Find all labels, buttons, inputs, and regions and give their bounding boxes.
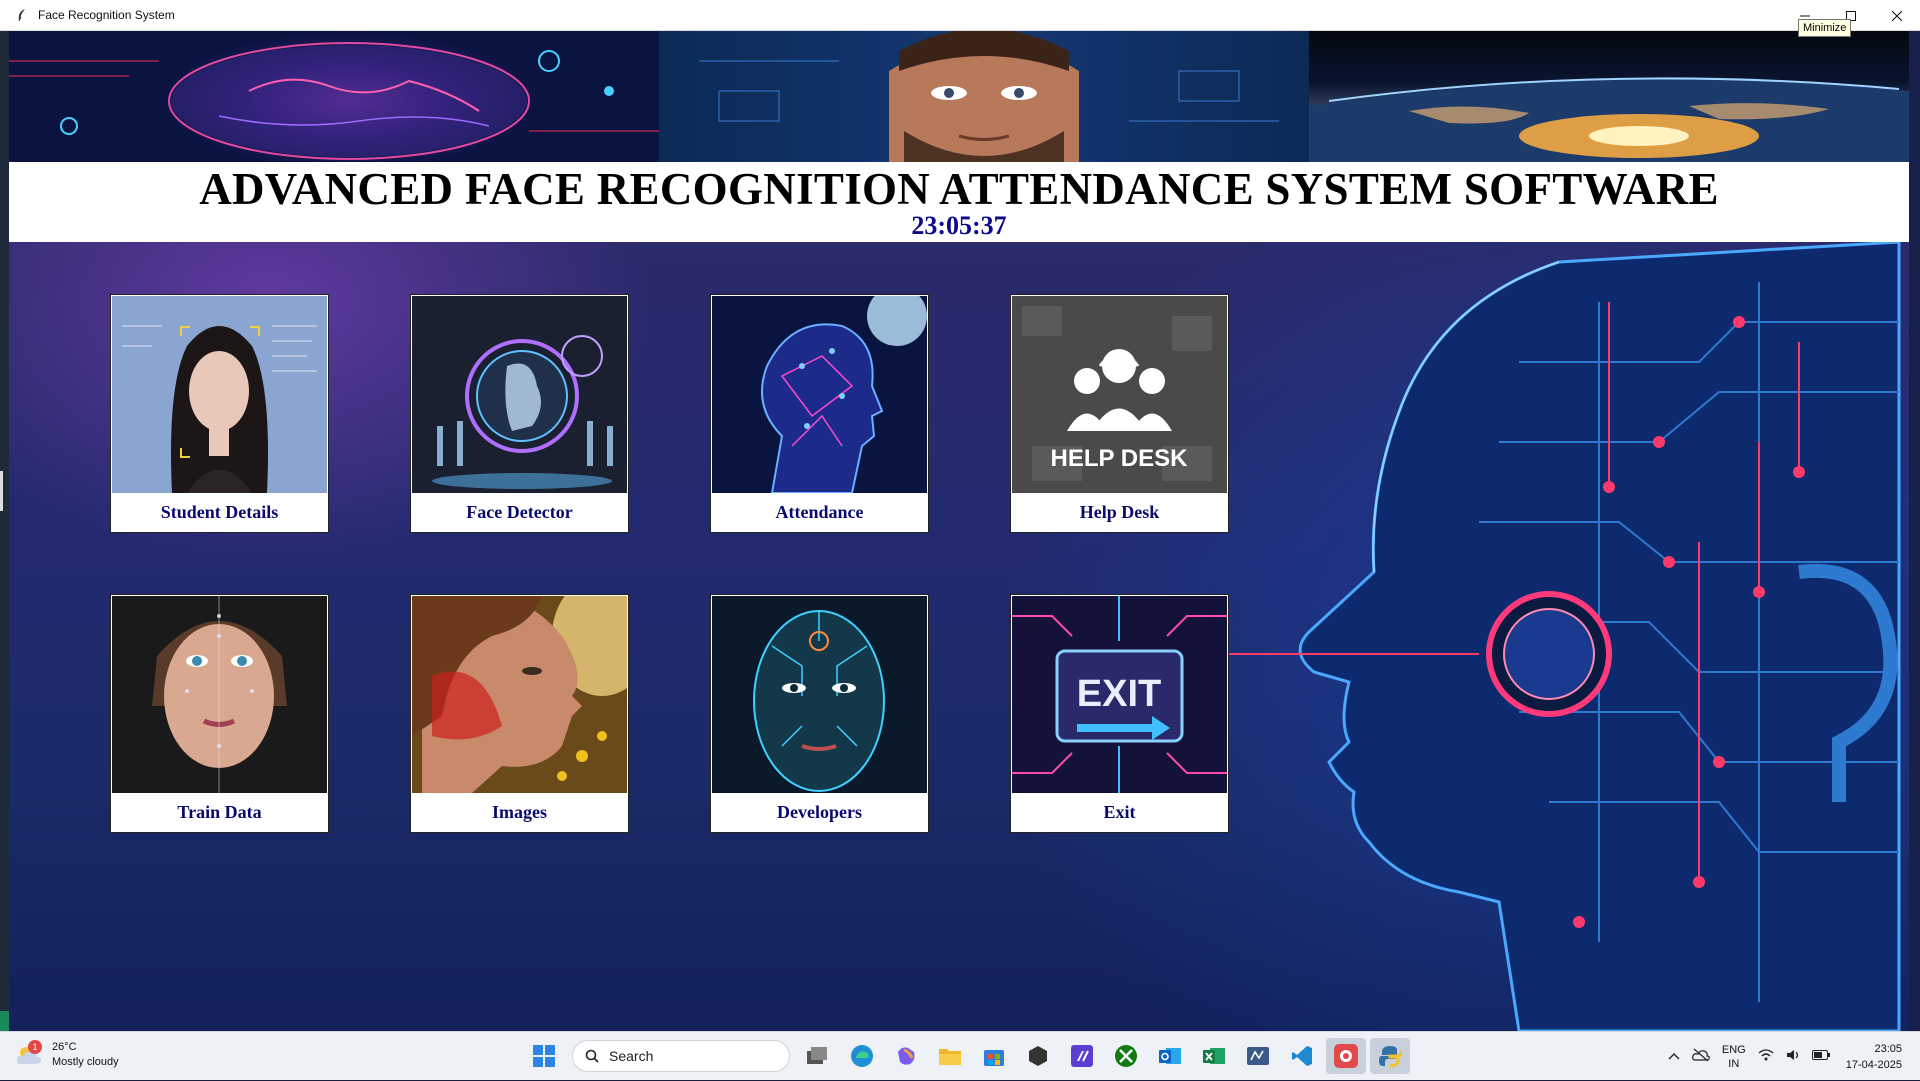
taskbar-search[interactable]: Search xyxy=(572,1040,790,1072)
header-band: ADVANCED FACE RECOGNITION ATTENDANCE SYS… xyxy=(9,162,1909,242)
python-app-icon[interactable] xyxy=(1370,1038,1410,1074)
edge-marker-green xyxy=(0,1011,9,1031)
file-explorer-icon[interactable] xyxy=(930,1038,970,1074)
edge-browser-icon[interactable] xyxy=(842,1038,882,1074)
outlook-icon[interactable] xyxy=(1150,1038,1190,1074)
search-label: Search xyxy=(609,1048,654,1064)
tile-label: Face Detector xyxy=(411,493,628,532)
tile-label: Developers xyxy=(711,793,928,832)
minimize-tooltip: Minimize xyxy=(1798,19,1852,37)
volume-icon[interactable] xyxy=(1786,1049,1800,1065)
images-button[interactable]: Images xyxy=(410,594,629,833)
microsoft-store-icon[interactable] xyxy=(974,1038,1014,1074)
weather-badge: 1 xyxy=(28,1040,42,1054)
task-view-icon[interactable] xyxy=(798,1038,838,1074)
close-button[interactable] xyxy=(1874,0,1920,31)
taskbar-clock[interactable]: 23:05 17-04-2025 xyxy=(1846,1041,1902,1073)
unity-hub-icon[interactable] xyxy=(1018,1038,1058,1074)
battery-icon[interactable] xyxy=(1811,1049,1830,1064)
region-label: IN xyxy=(1728,1057,1740,1070)
language-indicator[interactable]: ENG IN xyxy=(1722,1043,1746,1071)
language-label: ENG xyxy=(1721,1043,1746,1056)
weather-temp: 26°C xyxy=(52,1041,77,1053)
tile-label: Train Data xyxy=(111,793,328,832)
clock-display: 23:05:37 xyxy=(911,211,1007,240)
excel-icon[interactable] xyxy=(1194,1038,1234,1074)
face-detector-photo xyxy=(412,296,627,493)
taskbar-date: 17-04-2025 xyxy=(1845,1058,1902,1071)
globe-network-image xyxy=(9,31,659,162)
face-detector-button[interactable]: Face Detector xyxy=(410,294,629,533)
cloud-icon: 1 xyxy=(16,1040,42,1066)
main-background: Student Details Face Detector Attendance… xyxy=(9,242,1909,1031)
window-title: Face Recognition System xyxy=(38,8,175,22)
exit-photo: EXIT xyxy=(1012,596,1227,793)
ai-head-illustration xyxy=(1199,242,1901,1031)
camera-app-icon[interactable] xyxy=(1326,1038,1366,1074)
weather-widget[interactable]: 1 26°C Mostly cloudy xyxy=(16,1040,119,1070)
chevron-up-icon[interactable] xyxy=(1668,1050,1680,1064)
xbox-icon[interactable] xyxy=(1106,1038,1146,1074)
train-data-photo xyxy=(112,596,327,793)
mysql-workbench-icon[interactable] xyxy=(1238,1038,1278,1074)
help-desk-photo: HELP DESK xyxy=(1012,296,1227,493)
exit-button[interactable]: EXIT Exit xyxy=(1010,594,1229,833)
student-details-button[interactable]: Student Details xyxy=(110,294,329,533)
developers-photo xyxy=(712,596,927,793)
search-icon xyxy=(585,1049,599,1063)
weather-condition: Mostly cloudy xyxy=(52,1056,119,1068)
visual-studio-icon[interactable] xyxy=(1062,1038,1102,1074)
taskbar-time: 23:05 xyxy=(1874,1042,1902,1055)
app-window: ADVANCED FACE RECOGNITION ATTENDANCE SYS… xyxy=(0,31,1920,1031)
train-data-button[interactable]: Train Data xyxy=(110,594,329,833)
banner xyxy=(9,31,1909,162)
attendance-button[interactable]: Attendance xyxy=(710,294,929,533)
images-photo xyxy=(412,596,627,793)
wifi-icon[interactable] xyxy=(1758,1048,1774,1065)
face-portrait-image xyxy=(659,31,1309,162)
student-photo xyxy=(112,296,327,493)
window-titlebar: Face Recognition System xyxy=(0,0,1920,31)
tile-label: Attendance xyxy=(711,493,928,532)
tile-label: Student Details xyxy=(111,493,328,532)
copilot-icon[interactable] xyxy=(886,1038,926,1074)
onedrive-offline-icon[interactable] xyxy=(1692,1048,1710,1066)
developers-button[interactable]: Developers xyxy=(710,594,929,833)
feather-icon xyxy=(14,7,30,23)
left-edge-strip xyxy=(0,31,9,1031)
app-title: ADVANCED FACE RECOGNITION ATTENDANCE SYS… xyxy=(199,164,1719,214)
help-desk-button[interactable]: HELP DESK Help Desk xyxy=(1010,294,1229,533)
exit-image-text: EXIT xyxy=(1077,673,1161,715)
system-tray: ENG IN 23:05 17-04-2025 xyxy=(1662,1032,1920,1081)
tile-label: Images xyxy=(411,793,628,832)
vscode-icon[interactable] xyxy=(1282,1038,1322,1074)
attendance-photo xyxy=(712,296,927,493)
edge-marker xyxy=(0,471,3,511)
taskbar: 1 26°C Mostly cloudy Search ENG IN 23:05… xyxy=(0,1031,1920,1080)
earth-horizon-image xyxy=(1309,31,1909,162)
help-desk-image-text: HELP DESK xyxy=(1051,445,1189,472)
tile-label: Exit xyxy=(1011,793,1228,832)
tile-label: Help Desk xyxy=(1011,493,1228,532)
taskbar-apps: Search xyxy=(522,1038,1412,1074)
windows-start-icon[interactable] xyxy=(524,1038,564,1074)
